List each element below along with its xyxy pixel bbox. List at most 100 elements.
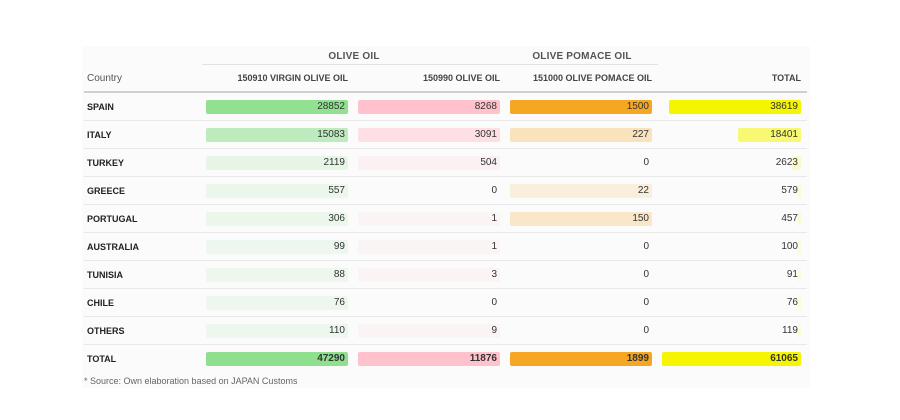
cell-value-pomace: 0 xyxy=(643,240,649,252)
data-bar-other xyxy=(358,239,500,254)
country-name: ITALY xyxy=(84,120,202,149)
cell-value-pomace: 0 xyxy=(643,268,649,280)
country-name: TURKEY xyxy=(84,148,202,177)
table-row: AUSTRALIA 99 1 0 100 xyxy=(84,232,807,261)
cell-virgin: 557 xyxy=(202,176,354,205)
group-header-spacer xyxy=(84,46,202,65)
cell-other: 8268 xyxy=(354,92,506,121)
data-bar-virgin xyxy=(206,239,348,254)
cell-pomace: 0 xyxy=(506,260,658,289)
table-row: PORTUGAL 306 1 150 457 xyxy=(84,204,807,233)
olive-oil-imports-table: OLIVE OIL OLIVE POMACE OIL Country 15091… xyxy=(84,46,807,373)
country-name: GREECE xyxy=(84,176,202,205)
column-header-virgin-olive-oil: 150910 VIRGIN OLIVE OIL xyxy=(202,65,354,93)
data-bar-virgin xyxy=(206,267,348,282)
total-row: TOTAL 47290 11876 1899 61065 xyxy=(84,345,807,374)
cell-other: 0 xyxy=(354,176,506,205)
cell-value-total: 38619 xyxy=(770,100,798,112)
cell-other: 1 xyxy=(354,232,506,261)
cell-value-pomace: 0 xyxy=(643,296,649,308)
table-row: TUNISIA 88 3 0 91 xyxy=(84,260,807,289)
cell-value-virgin: 306 xyxy=(328,212,345,224)
cell-value-virgin: 557 xyxy=(328,184,345,196)
cell-value-virgin: 110 xyxy=(329,324,345,336)
cell-value-virgin: 76 xyxy=(333,296,345,308)
cell-value-virgin: 99 xyxy=(333,240,345,252)
country-name: OTHERS xyxy=(84,316,202,345)
cell-value-other: 3091 xyxy=(474,128,497,140)
cell-total: 100 xyxy=(658,232,807,261)
cell-pomace: 1899 xyxy=(506,345,658,374)
country-name: PORTUGAL xyxy=(84,204,202,233)
cell-total: 2623 xyxy=(658,148,807,177)
column-header-country: Country xyxy=(84,65,202,93)
cell-other: 1 xyxy=(354,204,506,233)
data-bar-virgin xyxy=(206,183,348,198)
cell-value-total: 100 xyxy=(781,240,798,252)
cell-value-other: 3 xyxy=(491,268,497,280)
cell-value-pomace: 1899 xyxy=(626,353,649,364)
cell-total: 119 xyxy=(658,316,807,345)
cell-pomace: 0 xyxy=(506,148,658,177)
cell-value-total: 76 xyxy=(786,296,798,308)
group-header-olive-pomace-oil: OLIVE POMACE OIL xyxy=(506,46,658,65)
cell-other: 9 xyxy=(354,316,506,345)
cell-value-pomace: 0 xyxy=(643,324,649,336)
data-bar-other xyxy=(358,323,500,338)
group-header-olive-oil: OLIVE OIL xyxy=(202,46,506,65)
cell-value-total: 18401 xyxy=(770,128,798,140)
cell-total: 91 xyxy=(658,260,807,289)
cell-pomace: 22 xyxy=(506,176,658,205)
cell-virgin: 76 xyxy=(202,288,354,317)
cell-total: 61065 xyxy=(658,345,807,374)
cell-other: 3 xyxy=(354,260,506,289)
cell-other: 0 xyxy=(354,288,506,317)
cell-value-other: 0 xyxy=(491,296,497,308)
cell-other: 3091 xyxy=(354,120,506,149)
group-header-spacer-total xyxy=(658,46,807,65)
source-note: * Source: Own elaboration based on JAPAN… xyxy=(84,376,298,386)
column-header-total: TOTAL xyxy=(658,65,807,93)
column-header-olive-oil: 150990 OLIVE OIL xyxy=(354,65,506,93)
cell-value-other: 11876 xyxy=(469,353,497,364)
cell-value-virgin: 88 xyxy=(333,268,345,280)
cell-value-other: 9 xyxy=(491,324,497,336)
cell-pomace: 0 xyxy=(506,232,658,261)
data-bar-pomace xyxy=(510,183,652,198)
data-bar-virgin xyxy=(206,323,348,338)
cell-value-total: 91 xyxy=(786,268,798,280)
cell-value-pomace: 0 xyxy=(643,156,649,168)
cell-virgin: 88 xyxy=(202,260,354,289)
country-name: SPAIN xyxy=(84,92,202,121)
data-bar-other xyxy=(358,211,500,226)
country-name: TOTAL xyxy=(87,354,117,364)
cell-value-total: 61065 xyxy=(770,353,798,364)
cell-pomace: 1500 xyxy=(506,92,658,121)
table-row: CHILE 76 0 0 76 xyxy=(84,288,807,317)
cell-value-virgin: 2119 xyxy=(323,156,345,168)
cell-value-virgin: 47290 xyxy=(317,353,345,364)
cell-value-total: 457 xyxy=(781,212,798,224)
cell-value-pomace: 22 xyxy=(637,184,649,196)
cell-pomace: 150 xyxy=(506,204,658,233)
cell-total: 579 xyxy=(658,176,807,205)
cell-total: 38619 xyxy=(658,92,807,121)
country-name: AUSTRALIA xyxy=(84,232,202,261)
column-header-olive-pomace-oil: 151000 OLIVE POMACE OIL xyxy=(506,65,658,93)
cell-total: 76 xyxy=(658,288,807,317)
cell-virgin: 2119 xyxy=(202,148,354,177)
cell-value-total: 579 xyxy=(781,184,798,196)
data-bar-pomace xyxy=(510,211,652,226)
data-bar-pomace xyxy=(510,127,652,142)
data-bar-other xyxy=(358,267,500,282)
cell-value-total: 2623 xyxy=(775,156,798,168)
cell-virgin: 47290 xyxy=(202,345,354,374)
cell-virgin: 306 xyxy=(202,204,354,233)
cell-value-pomace: 1500 xyxy=(626,100,649,112)
table-row: SPAIN 28852 8268 1500 38619 xyxy=(84,92,807,121)
cell-other: 504 xyxy=(354,148,506,177)
cell-value-other: 504 xyxy=(480,156,497,168)
cell-value-pomace: 227 xyxy=(632,128,649,140)
table-row: ITALY 15083 3091 227 18401 xyxy=(84,120,807,149)
cell-value-other: 1 xyxy=(491,240,497,252)
